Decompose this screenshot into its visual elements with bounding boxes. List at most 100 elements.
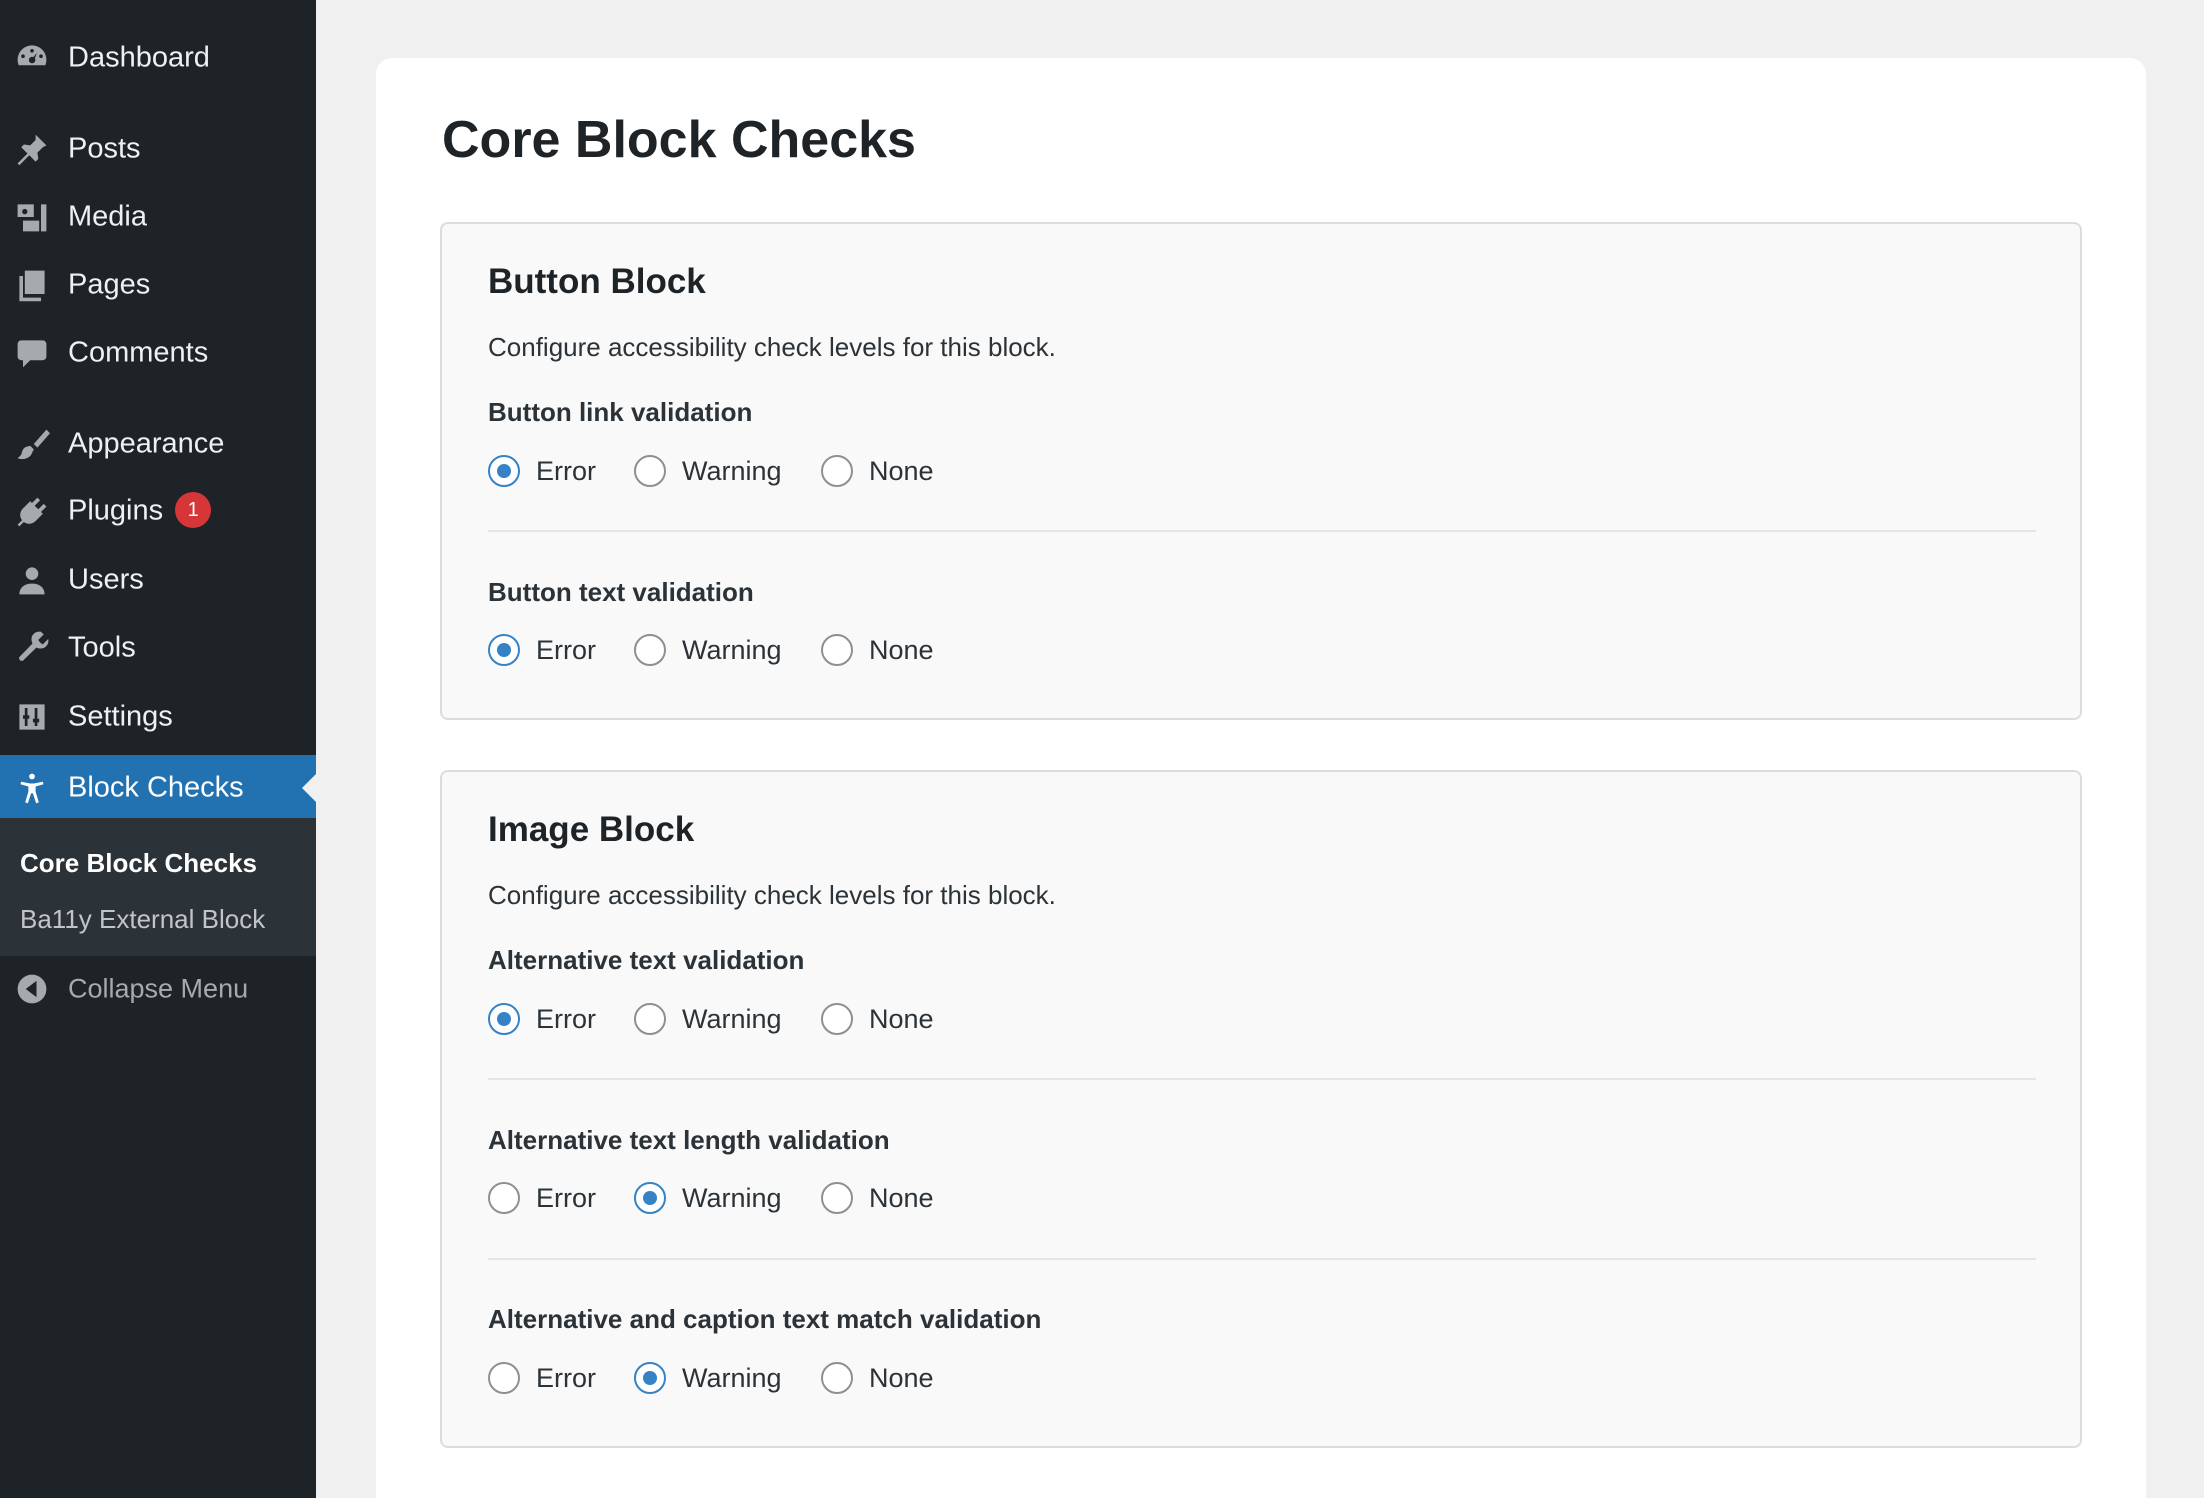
sidebar-item-block-checks[interactable]: Block Checks (0, 755, 316, 821)
radio-label: None (869, 1182, 934, 1213)
submenu-item-core-block-checks[interactable]: Core Block Checks (20, 848, 257, 879)
page-title: Core Block Checks (442, 111, 916, 169)
sidebar-item-comments[interactable]: Comments (0, 322, 316, 384)
sidebar-item-appearance[interactable]: Appearance (0, 413, 316, 475)
sidebar-item-label: Tools (68, 631, 136, 664)
radio-error[interactable]: Error (488, 630, 596, 670)
field-label: Alternative text length validation (488, 1125, 890, 1155)
radio-circle (634, 1182, 666, 1214)
radio-circle (488, 634, 520, 666)
radio-circle (821, 1003, 853, 1035)
sidebar-item-label: Comments (68, 336, 209, 369)
wrench-icon (14, 630, 50, 666)
radio-label: Error (536, 1182, 596, 1213)
radio-warning[interactable]: Warning (634, 630, 782, 670)
radio-warning[interactable]: Warning (634, 1178, 782, 1218)
radio-none[interactable]: None (821, 451, 934, 491)
sidebar-item-users[interactable]: Users (0, 549, 316, 611)
radio-circle (488, 1182, 520, 1214)
pages-icon (14, 267, 50, 303)
button-block-card: Button Block Configure accessibility che… (440, 222, 2082, 720)
accessibility-icon (14, 770, 50, 806)
radio-warning[interactable]: Warning (634, 999, 782, 1039)
radio-circle (821, 1362, 853, 1394)
radio-label: Warning (682, 1003, 782, 1034)
sidebar-item-label: Settings (68, 700, 173, 733)
radio-none[interactable]: None (821, 630, 934, 670)
media-icon (14, 199, 50, 235)
field-label: Button text validation (488, 577, 754, 607)
radio-label: Error (536, 634, 596, 665)
field-divider (488, 530, 2036, 532)
paintbrush-icon (14, 426, 50, 462)
radio-label: None (869, 455, 934, 486)
radio-circle (488, 1362, 520, 1394)
radio-warning[interactable]: Warning (634, 1358, 782, 1398)
sidebar-item-label: Media (68, 200, 147, 233)
comment-icon (14, 335, 50, 371)
collapse-menu-label: Collapse Menu (68, 973, 249, 1004)
radio-none[interactable]: None (821, 999, 934, 1039)
admin-sidebar: Dashboard Posts Media Pages Comments App… (0, 0, 316, 1498)
submenu-item-ba11y-external-block[interactable]: Ba11y External Block (20, 904, 265, 935)
sidebar-item-tools[interactable]: Tools (0, 617, 316, 679)
sidebar-item-plugins[interactable]: Plugins 1 (0, 481, 316, 543)
radio-circle (821, 634, 853, 666)
radio-error[interactable]: Error (488, 1178, 596, 1218)
radio-label: None (869, 634, 934, 665)
radio-label: Warning (682, 634, 782, 665)
radio-error[interactable]: Error (488, 451, 596, 491)
field-label: Button link validation (488, 397, 753, 427)
radio-label: None (869, 1362, 934, 1393)
radio-warning[interactable]: Warning (634, 451, 782, 491)
sidebar-item-label: Appearance (68, 427, 225, 460)
card-title: Image Block (488, 810, 695, 849)
radio-label: Error (536, 455, 596, 486)
radio-circle (488, 455, 520, 487)
collapse-arrow-icon (14, 971, 50, 1007)
user-icon (14, 562, 50, 598)
sidebar-item-pages[interactable]: Pages (0, 254, 316, 316)
sidebar-item-posts[interactable]: Posts (0, 118, 316, 180)
radio-circle (634, 634, 666, 666)
sidebar-item-label: Pages (68, 268, 151, 301)
radio-circle (634, 1362, 666, 1394)
card-title: Button Block (488, 262, 706, 301)
image-block-card: Image Block Configure accessibility chec… (440, 770, 2082, 1448)
radio-label: Warning (682, 455, 782, 486)
radio-circle (634, 455, 666, 487)
sidebar-item-label: Block Checks (68, 771, 244, 804)
pin-icon (14, 131, 50, 167)
radio-label: Error (536, 1003, 596, 1034)
plugin-icon (14, 494, 50, 530)
field-label: Alternative and caption text match valid… (488, 1304, 1042, 1334)
sidebar-item-label: Posts (68, 132, 141, 165)
field-divider (488, 1078, 2036, 1080)
radio-label: Warning (682, 1182, 782, 1213)
sidebar-item-dashboard[interactable]: Dashboard (0, 27, 316, 89)
radio-label: Warning (682, 1362, 782, 1393)
card-description: Configure accessibility check levels for… (488, 332, 1056, 362)
collapse-menu-button[interactable]: Collapse Menu (0, 958, 316, 1020)
field-divider (488, 1258, 2036, 1260)
settings-icon (14, 699, 50, 735)
sidebar-item-label: Plugins 1 (68, 492, 212, 530)
field-label: Alternative text validation (488, 945, 805, 975)
card-description: Configure accessibility check levels for… (488, 880, 1056, 910)
plugins-update-badge: 1 (175, 492, 212, 528)
sidebar-item-label: Dashboard (68, 41, 210, 74)
radio-none[interactable]: None (821, 1178, 934, 1218)
radio-circle (634, 1003, 666, 1035)
radio-circle (821, 455, 853, 487)
sidebar-item-settings[interactable]: Settings (0, 686, 316, 748)
block-checks-submenu: Core Block Checks Ba11y External Block (0, 818, 316, 956)
radio-none[interactable]: None (821, 1358, 934, 1398)
radio-label: Error (536, 1362, 596, 1393)
radio-error[interactable]: Error (488, 999, 596, 1039)
radio-circle (821, 1182, 853, 1214)
radio-label: None (869, 1003, 934, 1034)
radio-error[interactable]: Error (488, 1358, 596, 1398)
sidebar-item-media[interactable]: Media (0, 186, 316, 248)
sidebar-item-label: Users (68, 563, 144, 596)
dashboard-icon (14, 40, 50, 76)
